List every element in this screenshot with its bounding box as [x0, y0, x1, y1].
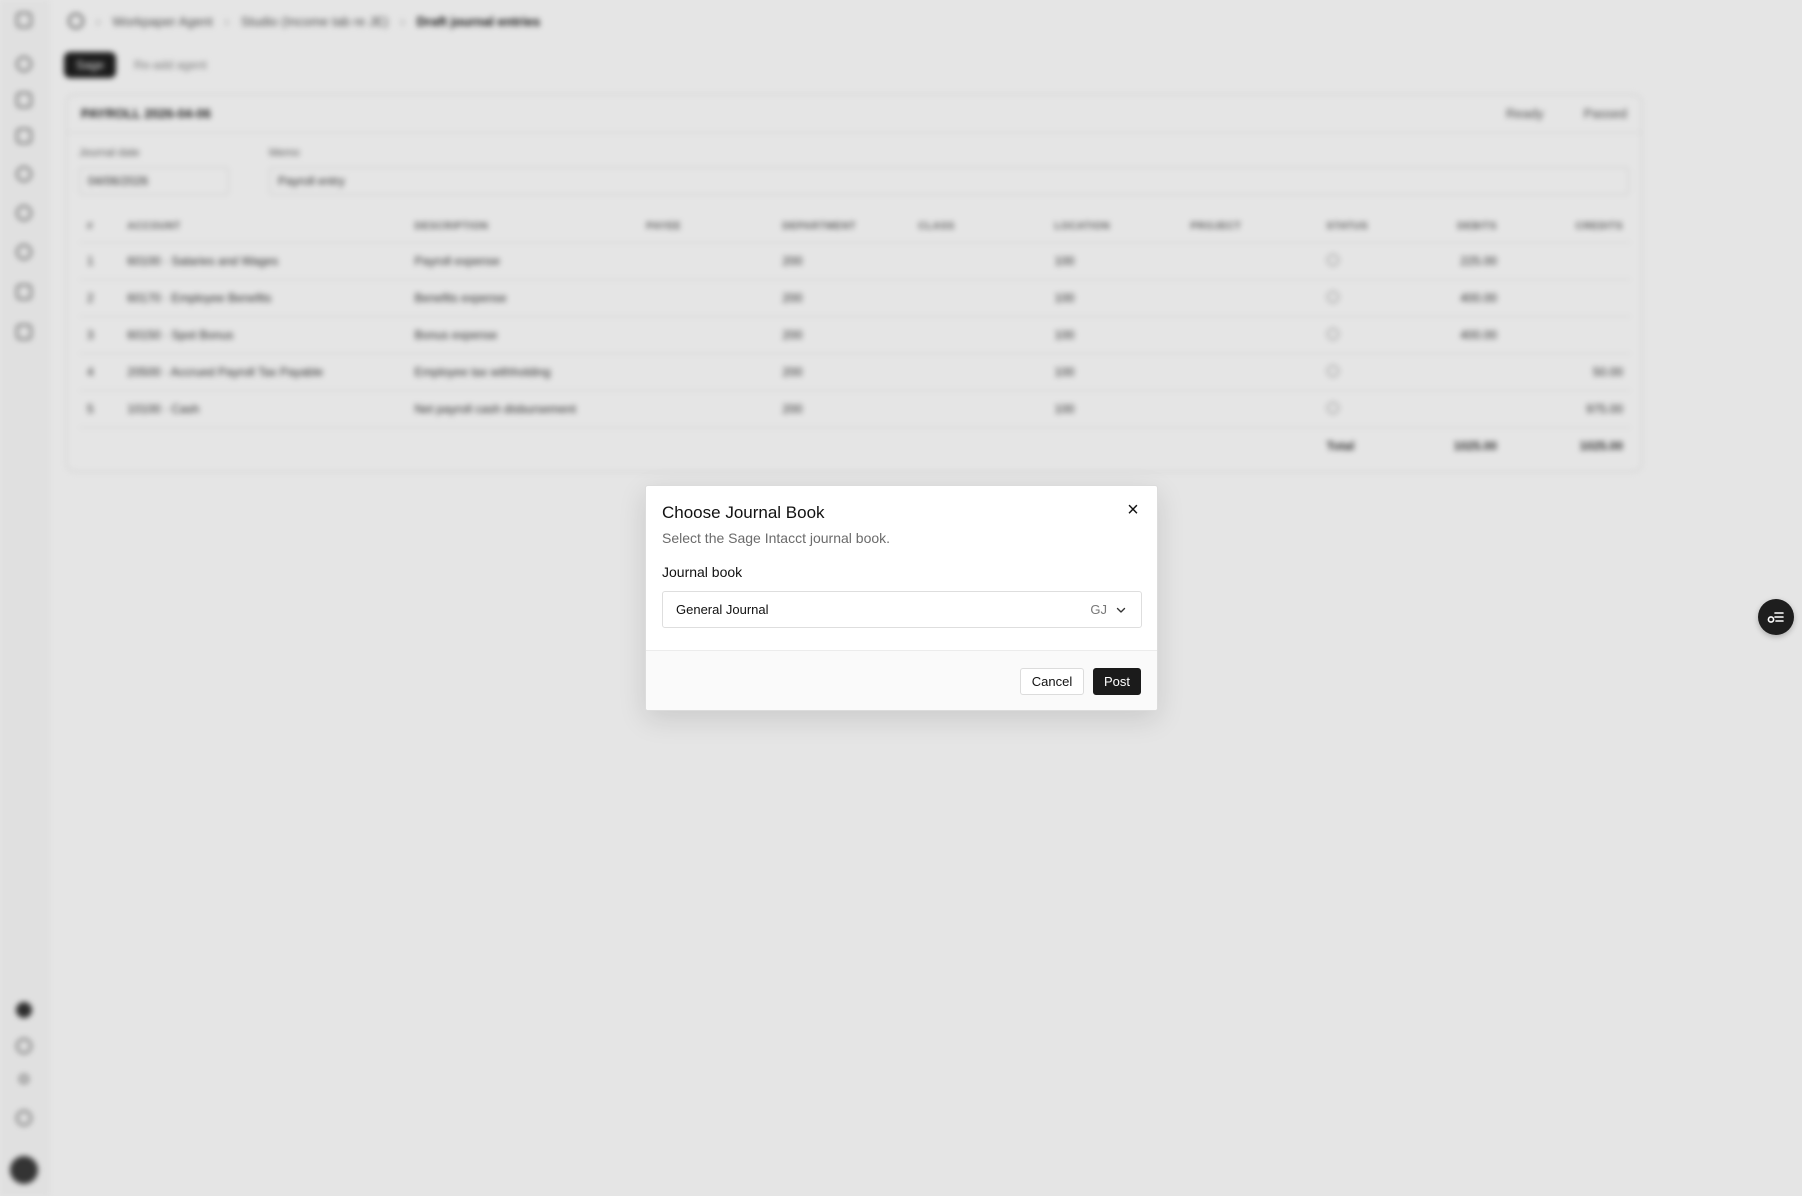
- cancel-button[interactable]: Cancel: [1020, 668, 1084, 695]
- dialog-title: Choose Journal Book: [662, 503, 825, 522]
- dialog-description: Select the Sage Intacct journal book.: [662, 530, 891, 546]
- chevron-down-icon: [1116, 607, 1126, 613]
- close-icon[interactable]: ×: [1121, 498, 1145, 522]
- post-button[interactable]: Post: [1093, 668, 1141, 695]
- selected-journal-book: General Journal: [676, 602, 769, 617]
- journal-book-select[interactable]: General Journal GJ: [662, 591, 1142, 628]
- choose-journal-book-dialog: × Choose Journal Book Select the Sage In…: [645, 485, 1158, 711]
- checklist-fab-button[interactable]: [1758, 599, 1794, 635]
- dialog-footer: Cancel Post: [646, 650, 1157, 710]
- journal-book-label: Journal book: [662, 564, 743, 580]
- journal-book-code: GJ: [1090, 602, 1107, 617]
- checklist-icon: [1767, 612, 1784, 623]
